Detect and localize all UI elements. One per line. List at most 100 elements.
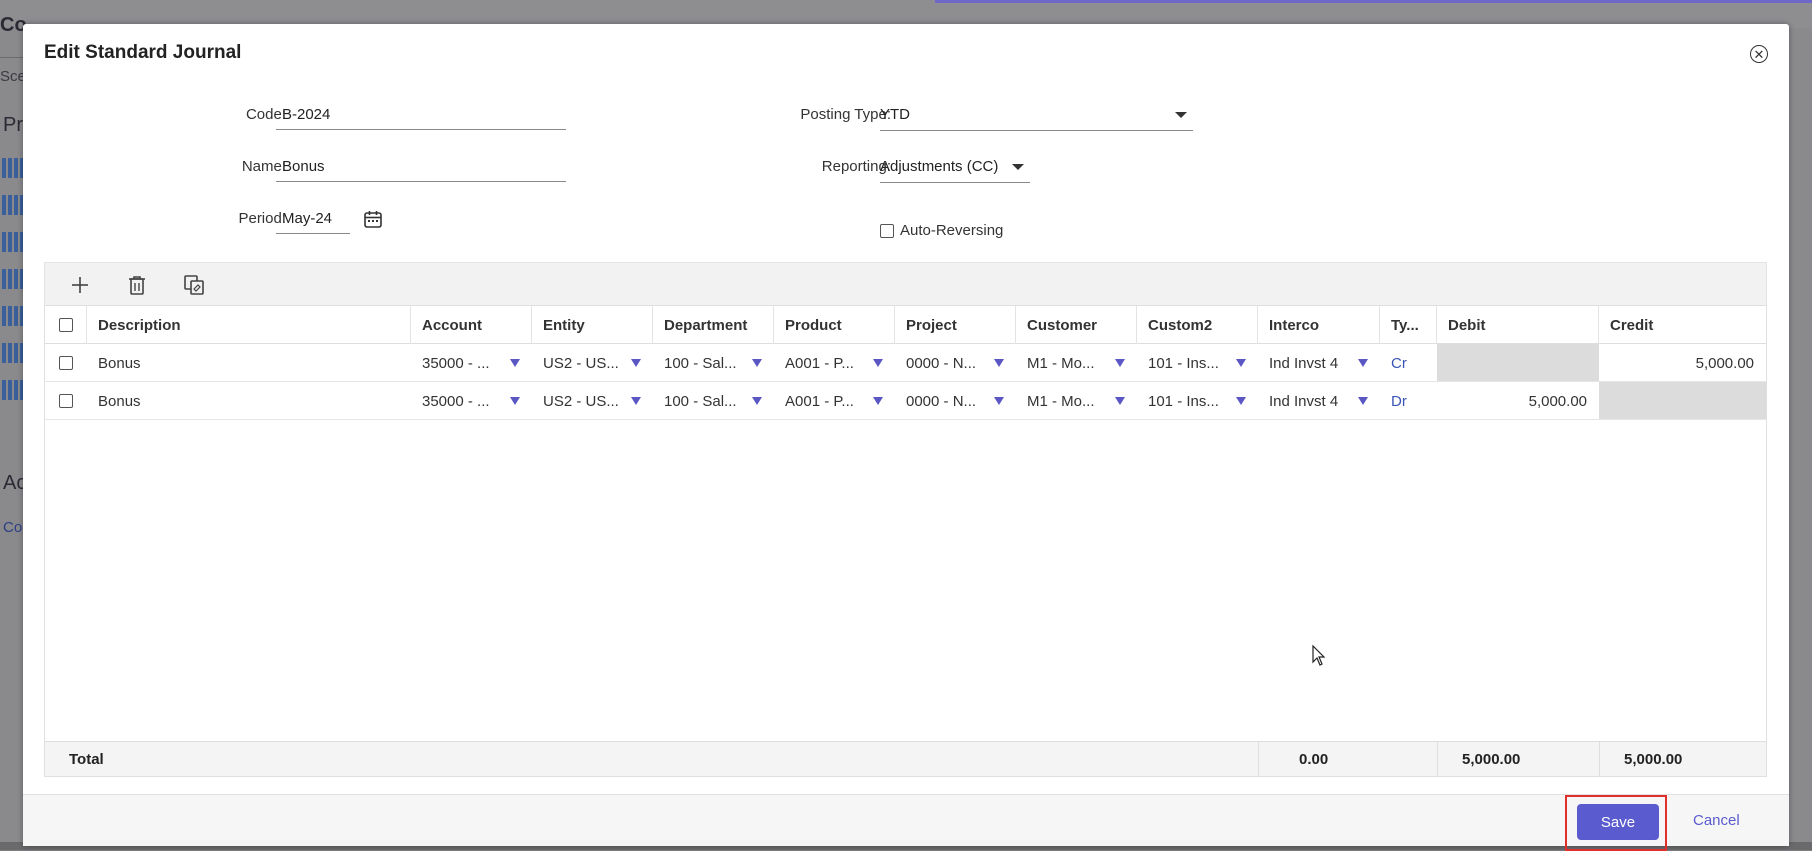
auto-reversing-label: Auto-Reversing [900, 222, 1004, 239]
posting-type-select[interactable]: YTD [880, 106, 1193, 131]
entity-cell[interactable]: US2 - US... [532, 344, 653, 381]
dropdown-arrow-icon[interactable] [873, 359, 883, 367]
trash-icon[interactable] [126, 274, 148, 296]
department-value: 100 - Sal... [664, 393, 737, 410]
dropdown-arrow-icon[interactable] [1115, 397, 1125, 405]
grid-header: Description Account Entity Department Pr… [45, 306, 1766, 344]
entity-value: US2 - US... [543, 355, 619, 372]
background-divider [0, 57, 24, 58]
interco-cell[interactable]: Ind Invst 4 [1258, 382, 1380, 419]
background-section-heading: Pr [3, 114, 23, 136]
code-input[interactable] [276, 105, 566, 130]
project-value: 0000 - N... [906, 355, 977, 372]
plus-icon[interactable] [69, 274, 91, 296]
project-value: 0000 - N... [906, 393, 977, 410]
column-header-type[interactable]: Ty... [1380, 306, 1437, 344]
column-header-customer[interactable]: Customer [1016, 306, 1137, 344]
dropdown-arrow-icon[interactable] [873, 397, 883, 405]
custom2-value: 101 - Ins... [1148, 355, 1219, 372]
period-input[interactable] [276, 209, 350, 234]
debit-cell[interactable]: 5,000.00 [1437, 382, 1599, 419]
select-all-checkbox[interactable] [58, 318, 73, 332]
row-checkbox[interactable] [59, 355, 73, 370]
dropdown-arrow-icon[interactable] [1358, 397, 1368, 405]
progress-icon [2, 343, 24, 363]
reporting-value: Adjustments (CC) [880, 158, 999, 175]
auto-reversing-toggle[interactable]: Auto-Reversing [880, 222, 1003, 239]
entity-value: US2 - US... [543, 393, 619, 410]
product-cell[interactable]: A001 - P... [774, 382, 895, 419]
column-header-debit[interactable]: Debit [1437, 306, 1599, 344]
entity-cell[interactable]: US2 - US... [532, 382, 653, 419]
dropdown-arrow-icon[interactable] [752, 397, 762, 405]
total-debit: 5,000.00 [1437, 742, 1599, 776]
auto-reversing-checkbox[interactable] [880, 223, 894, 238]
department-cell[interactable]: 100 - Sal... [653, 344, 774, 381]
interco-cell[interactable]: Ind Invst 4 [1258, 344, 1380, 381]
column-header-department[interactable]: Department [653, 306, 774, 344]
project-cell[interactable]: 0000 - N... [895, 382, 1016, 419]
cancel-button[interactable]: Cancel [1693, 812, 1740, 829]
custom2-cell[interactable]: 101 - Ins... [1137, 382, 1258, 419]
column-header-product[interactable]: Product [774, 306, 895, 344]
progress-icon [2, 232, 24, 252]
dropdown-arrow-icon[interactable] [510, 397, 520, 405]
dropdown-arrow-icon[interactable] [994, 397, 1004, 405]
dropdown-arrow-icon[interactable] [1115, 359, 1125, 367]
type-cell[interactable]: Cr [1380, 344, 1437, 381]
product-cell[interactable]: A001 - P... [774, 344, 895, 381]
description-cell[interactable]: Bonus [87, 344, 411, 381]
product-value: A001 - P... [785, 393, 854, 410]
dialog-footer [23, 795, 1789, 846]
total-label: Total [69, 751, 104, 768]
save-button[interactable]: Save [1577, 804, 1659, 840]
column-header-description[interactable]: Description [87, 306, 411, 344]
posting-type-value: YTD [880, 106, 910, 123]
calendar-icon[interactable] [363, 209, 383, 229]
interco-value: Ind Invst 4 [1269, 355, 1339, 372]
column-header-entity[interactable]: Entity [532, 306, 653, 344]
customer-value: M1 - Mo... [1027, 355, 1095, 372]
column-header-account[interactable]: Account [411, 306, 532, 344]
progress-icon [2, 306, 24, 326]
table-row[interactable]: Bonus 35000 - ... US2 - US... 100 - Sal.… [45, 382, 1766, 420]
product-value: A001 - P... [785, 355, 854, 372]
account-value: 35000 - ... [422, 355, 490, 372]
dropdown-arrow-icon[interactable] [994, 359, 1004, 367]
table-row[interactable]: Bonus 35000 - ... US2 - US... 100 - Sal.… [45, 344, 1766, 382]
dropdown-arrow-icon[interactable] [631, 397, 641, 405]
description-cell[interactable]: Bonus [87, 382, 411, 419]
name-input[interactable] [276, 157, 566, 182]
dropdown-arrow-icon[interactable] [1236, 359, 1246, 367]
row-select-cell [45, 382, 87, 419]
account-cell[interactable]: 35000 - ... [411, 344, 532, 381]
dropdown-arrow-icon[interactable] [631, 359, 641, 367]
customer-value: M1 - Mo... [1027, 393, 1095, 410]
total-row: Total 0.00 5,000.00 5,000.00 [45, 741, 1766, 776]
dropdown-arrow-icon[interactable] [752, 359, 762, 367]
project-cell[interactable]: 0000 - N... [895, 344, 1016, 381]
column-header-project[interactable]: Project [895, 306, 1016, 344]
department-cell[interactable]: 100 - Sal... [653, 382, 774, 419]
column-header-custom2[interactable]: Custom2 [1137, 306, 1258, 344]
column-header-interco[interactable]: Interco [1258, 306, 1380, 344]
customer-cell[interactable]: M1 - Mo... [1016, 382, 1137, 419]
copy-icon[interactable] [183, 274, 205, 296]
column-header-credit[interactable]: Credit [1599, 306, 1766, 344]
chevron-down-icon [1175, 112, 1187, 118]
type-cell[interactable]: Dr [1380, 382, 1437, 419]
credit-cell [1599, 382, 1766, 419]
dropdown-arrow-icon[interactable] [510, 359, 520, 367]
credit-cell[interactable]: 5,000.00 [1599, 344, 1766, 381]
row-checkbox[interactable] [59, 393, 73, 408]
reporting-select[interactable]: Adjustments (CC) [880, 158, 1030, 183]
account-cell[interactable]: 35000 - ... [411, 382, 532, 419]
background-progress-bar [935, 0, 1812, 3]
debit-cell [1437, 344, 1599, 381]
custom2-cell[interactable]: 101 - Ins... [1137, 344, 1258, 381]
progress-icon [2, 269, 24, 289]
customer-cell[interactable]: M1 - Mo... [1016, 344, 1137, 381]
close-icon[interactable]: ✕ [1750, 45, 1768, 63]
dropdown-arrow-icon[interactable] [1236, 397, 1246, 405]
dropdown-arrow-icon[interactable] [1358, 359, 1368, 367]
